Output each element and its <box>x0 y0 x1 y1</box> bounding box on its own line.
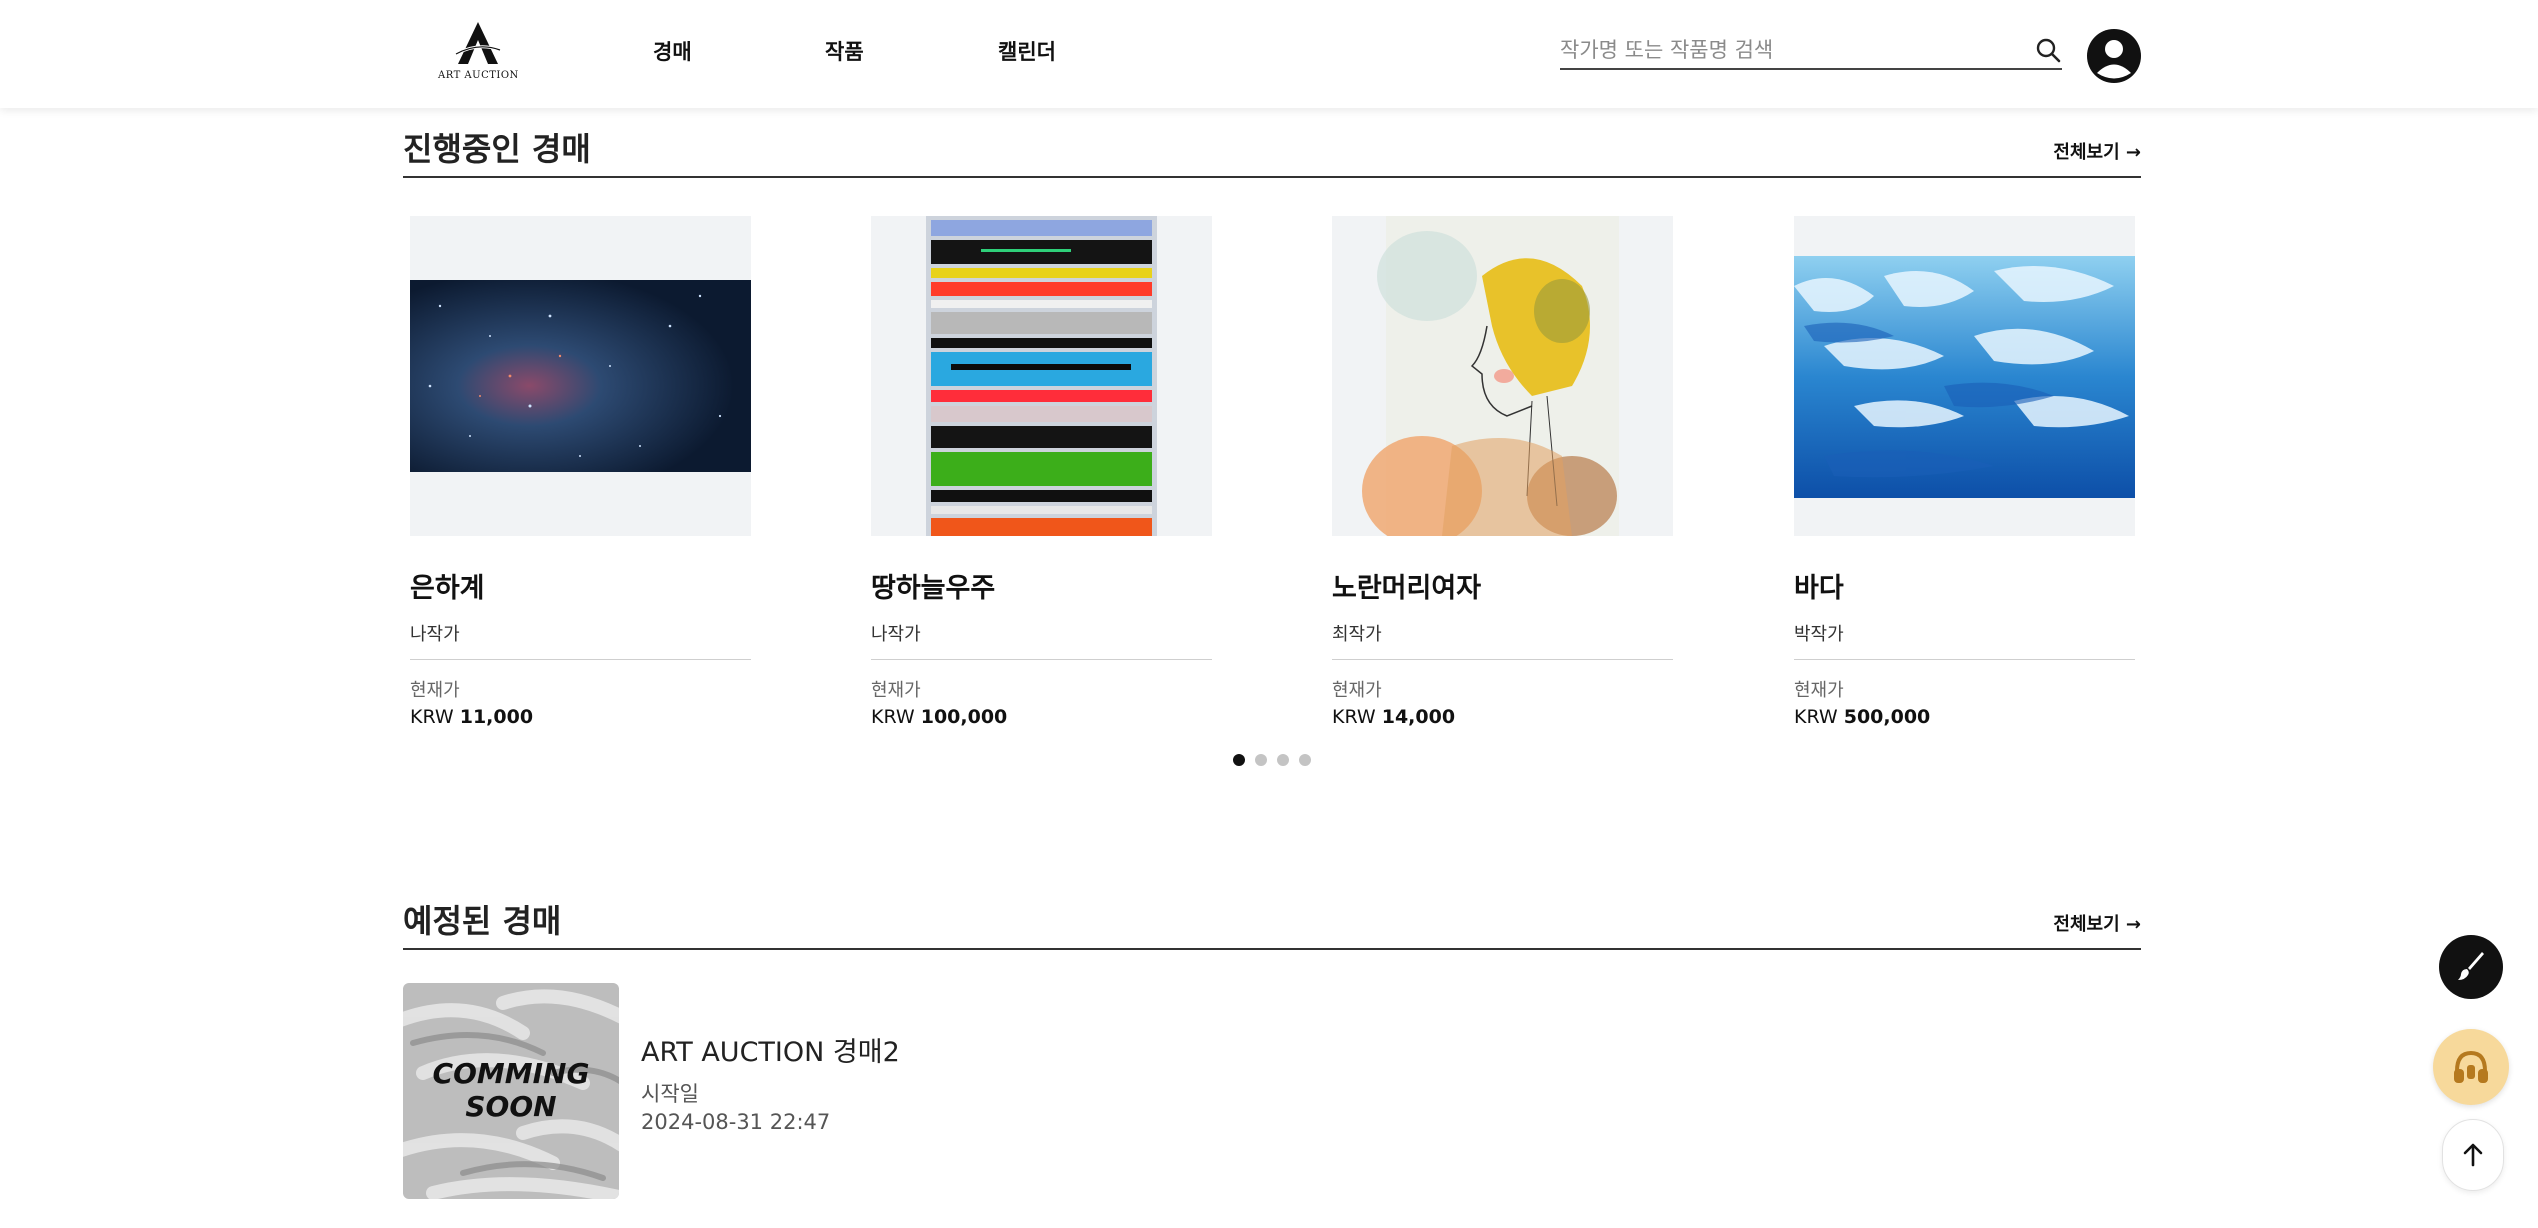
artist-name: 박작가 <box>1794 624 1844 645</box>
thumb-text-line2: SOON <box>465 1090 556 1123</box>
artwork-image[interactable] <box>1794 216 2135 536</box>
carousel-dot-3[interactable] <box>1277 754 1289 766</box>
carousel-dot-1[interactable] <box>1233 754 1245 766</box>
thumb-text-line1: COMMING <box>433 1057 590 1090</box>
yellow-hair-woman-painting <box>1362 216 1619 536</box>
galaxy-painting <box>410 280 751 472</box>
site-logo[interactable]: ART AUCTION <box>438 20 518 88</box>
artwork-title[interactable]: 은하계 <box>410 566 485 605</box>
current-price: KRW 500,000 <box>1794 706 1930 728</box>
carousel-dot-4[interactable] <box>1299 754 1311 766</box>
user-avatar-icon[interactable] <box>2086 28 2142 84</box>
current-price: KRW 100,000 <box>871 706 1007 728</box>
current-price-label: 현재가 <box>1332 680 1382 701</box>
upcoming-divider <box>403 948 2141 950</box>
brush-button[interactable] <box>2439 935 2503 999</box>
card-divider <box>410 659 751 660</box>
price-amount: 500,000 <box>1843 706 1931 728</box>
ongoing-view-all-link[interactable]: 전체보기 → <box>2053 138 2141 164</box>
artist-name: 나작가 <box>871 624 921 645</box>
price-currency: KRW <box>1332 706 1376 728</box>
search-icon[interactable] <box>2034 36 2062 64</box>
nav-artworks[interactable]: 작품 <box>825 36 864 66</box>
auction-card[interactable]: 땅하늘우주 나작가 현재가 KRW 100,000 <box>871 216 1212 728</box>
ongoing-section-title: 진행중인 경매 <box>403 130 591 168</box>
logo-text: ART AUCTION <box>438 70 519 81</box>
carousel-dot-2[interactable] <box>1255 754 1267 766</box>
artwork-image[interactable] <box>1332 216 1673 536</box>
current-price-label: 현재가 <box>410 680 460 701</box>
price-amount: 11,000 <box>459 706 534 728</box>
artwork-title[interactable]: 땅하늘우주 <box>871 566 995 605</box>
headset-icon <box>2454 1050 2488 1083</box>
auction-card[interactable]: 은하계 나작가 현재가 KRW 11,000 <box>410 216 751 728</box>
start-date-value: 2024-08-31 22:47 <box>641 1110 831 1134</box>
site-header: ART AUCTION 경매 작품 캘린더 <box>0 0 2538 108</box>
card-divider <box>871 659 1212 660</box>
price-currency: KRW <box>410 706 454 728</box>
scroll-to-top-button[interactable] <box>2442 1119 2504 1191</box>
upcoming-section-title: 예정된 경매 <box>403 902 562 940</box>
artwork-title[interactable]: 노란머리여자 <box>1332 566 1481 605</box>
ongoing-divider <box>403 176 2141 178</box>
search-bar <box>1560 32 2062 70</box>
card-divider <box>1794 659 2135 660</box>
brush-icon <box>2458 952 2484 980</box>
current-price: KRW 14,000 <box>1332 706 1455 728</box>
search-input[interactable] <box>1560 32 2020 68</box>
arrow-up-icon <box>2463 1143 2483 1167</box>
nav-calendar[interactable]: 캘린더 <box>998 36 1056 66</box>
auction-card[interactable]: 바다 박작가 현재가 KRW 500,000 <box>1794 216 2135 728</box>
artist-name: 나작가 <box>410 624 460 645</box>
price-currency: KRW <box>1794 706 1838 728</box>
price-currency: KRW <box>871 706 915 728</box>
sea-painting <box>1794 256 2135 498</box>
upcoming-auction-title[interactable]: ART AUCTION 경매2 <box>641 1030 900 1069</box>
upcoming-view-all-link[interactable]: 전체보기 → <box>2053 910 2141 936</box>
artwork-title[interactable]: 바다 <box>1794 566 1844 605</box>
logo-mark-icon <box>455 22 501 64</box>
card-divider <box>1332 659 1673 660</box>
upcoming-auction-thumbnail[interactable]: COMMING SOON <box>403 983 619 1199</box>
artwork-image[interactable] <box>871 216 1212 536</box>
coming-soon-image: COMMING SOON <box>403 983 619 1199</box>
current-price-label: 현재가 <box>871 680 921 701</box>
current-price-label: 현재가 <box>1794 680 1844 701</box>
artist-name: 최작가 <box>1332 624 1382 645</box>
start-date-label: 시작일 <box>641 1082 699 1106</box>
customer-support-button[interactable] <box>2433 1029 2509 1105</box>
auction-card[interactable]: 노란머리여자 최작가 현재가 KRW 14,000 <box>1332 216 1673 728</box>
stripes-painting <box>926 216 1157 536</box>
artwork-image[interactable] <box>410 216 751 536</box>
price-amount: 14,000 <box>1381 706 1456 728</box>
nav-auction[interactable]: 경매 <box>653 36 692 66</box>
current-price: KRW 11,000 <box>410 706 533 728</box>
price-amount: 100,000 <box>920 706 1008 728</box>
